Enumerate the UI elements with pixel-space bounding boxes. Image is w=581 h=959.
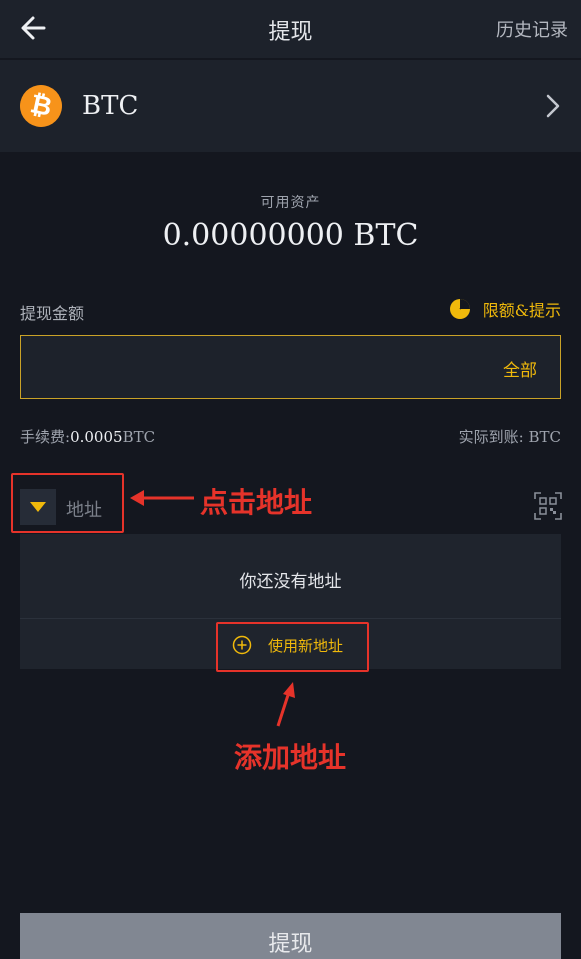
history-link[interactable]: 历史记录 [496, 16, 568, 42]
fee-unit: BTC [122, 428, 156, 446]
use-new-address-button[interactable]: 使用新地址 [232, 634, 343, 656]
fee-label: 手续费: [20, 428, 71, 446]
address-label: 地址 [66, 500, 102, 521]
page-title: 提现 [268, 20, 313, 45]
withdraw-amount-label: 提现金额 [20, 304, 85, 323]
use-new-address-label: 使用新地址 [268, 636, 344, 655]
limit-tips-label: 限额&提示 [482, 301, 561, 320]
bitcoin-icon: ₿ [16, 81, 66, 131]
fee-info: 手续费:0.0005BTC [20, 426, 155, 447]
coin-name: BTC [82, 91, 139, 121]
available-balance-label: 可用资产 [260, 195, 321, 211]
withdraw-submit-button[interactable]: 提现 [20, 913, 561, 959]
pie-chart-icon [449, 299, 470, 319]
limit-tips-link[interactable]: 限额&提示 [449, 297, 561, 321]
triangle-down-icon [30, 502, 46, 512]
top-bar: 提现 历史记录 [0, 0, 581, 58]
annotation-arrow-up [276, 682, 295, 727]
available-balance-value: 0.00000000 BTC [162, 218, 419, 253]
qr-scan-icon[interactable] [534, 492, 562, 520]
annotation-click-address: 点击地址 [200, 486, 313, 519]
fee-value: 0.0005 [70, 428, 123, 446]
withdraw-amount-input[interactable]: 全部 [20, 335, 561, 399]
no-address-message: 你还没有地址 [239, 572, 342, 592]
plus-circle-icon [232, 635, 252, 655]
address-dropdown-toggle[interactable] [20, 489, 56, 525]
divider [20, 618, 561, 619]
actual-arrival-label: 实际到账: BTC [458, 428, 561, 446]
chevron-right-icon [546, 94, 560, 118]
withdraw-all-button[interactable]: 全部 [503, 356, 537, 381]
coin-selector[interactable]: ₿ BTC [0, 60, 581, 152]
annotation-arrow-left [130, 490, 194, 506]
annotation-add-address: 添加地址 [234, 741, 347, 774]
